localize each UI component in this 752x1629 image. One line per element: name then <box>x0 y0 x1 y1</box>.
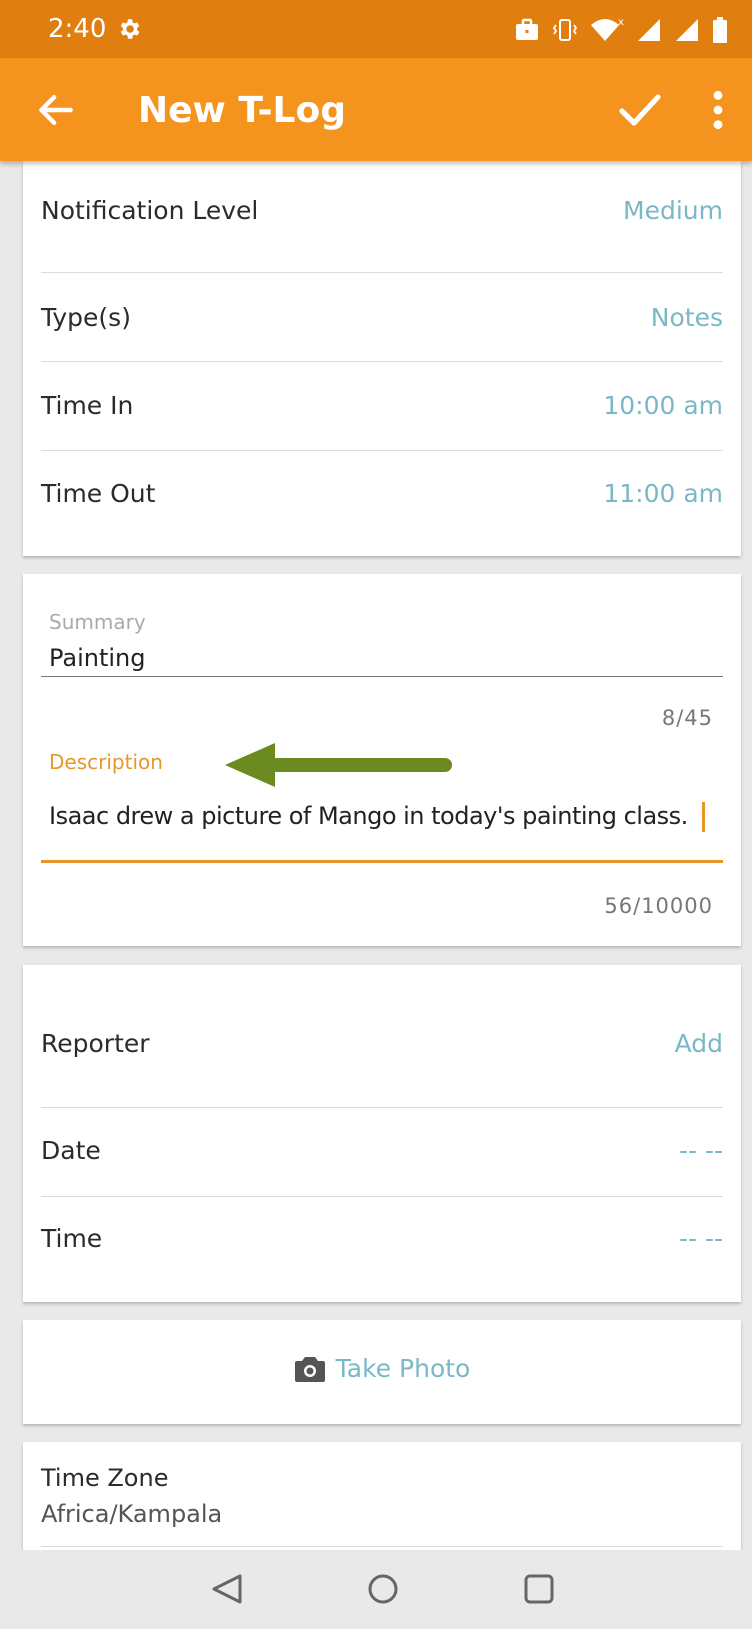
details-card: Notification Level Medium Type(s) Notes … <box>23 161 741 556</box>
time-out-value[interactable]: 11:00 am <box>603 479 723 508</box>
divider <box>41 1196 723 1197</box>
reporter-label: Reporter <box>41 1029 150 1058</box>
summary-counter: 8/45 <box>661 706 713 730</box>
types-label: Type(s) <box>41 303 131 332</box>
summary-value: Painting <box>49 644 146 672</box>
divider <box>41 272 723 273</box>
divider <box>41 1107 723 1108</box>
more-vert-icon[interactable] <box>708 88 728 132</box>
reporter-card: Reporter Add Date -- -- Time -- -- <box>23 965 741 1302</box>
divider <box>41 361 723 362</box>
nav-home-icon[interactable] <box>366 1572 400 1606</box>
notes-card: Summary Painting 8/45 Description Isaac … <box>23 574 741 946</box>
time-in-value[interactable]: 10:00 am <box>603 391 723 420</box>
battery-icon <box>713 17 727 43</box>
gear-icon <box>120 19 140 39</box>
app-bar: New T-Log <box>0 58 752 161</box>
timezone-value: Africa/Kampala <box>41 1500 223 1528</box>
status-icons: x <box>514 16 728 44</box>
nav-back-icon[interactable] <box>210 1572 244 1606</box>
text-cursor <box>702 802 705 832</box>
description-field[interactable]: Isaac drew a picture of Mango in today's… <box>41 794 723 863</box>
navigation-bar <box>0 1550 752 1629</box>
page-title: New T-Log <box>138 90 346 131</box>
take-photo-label: Take Photo <box>335 1354 471 1383</box>
notification-level-label: Notification Level <box>41 196 259 225</box>
time-out-label: Time Out <box>41 479 156 508</box>
description-counter: 56/10000 <box>604 894 713 918</box>
description-label: Description <box>49 750 163 774</box>
time-value[interactable]: -- -- <box>679 1224 723 1253</box>
date-label: Date <box>41 1136 101 1165</box>
divider <box>41 450 723 451</box>
status-time: 2:40 <box>48 14 107 44</box>
summary-label: Summary <box>49 610 146 634</box>
briefcase-icon <box>516 18 538 40</box>
arrow-annotation <box>225 743 452 787</box>
camera-icon <box>294 1356 325 1382</box>
signal-icon <box>676 19 698 41</box>
signal-icon <box>638 19 660 41</box>
wifi-icon: x <box>591 17 624 41</box>
take-photo-button[interactable]: Take Photo <box>23 1354 741 1383</box>
photo-card[interactable]: Take Photo <box>23 1320 741 1424</box>
status-bar: 2:40 x <box>0 0 752 58</box>
date-value[interactable]: -- -- <box>679 1136 723 1165</box>
divider <box>41 1546 723 1547</box>
notification-level-value[interactable]: Medium <box>623 196 723 225</box>
time-in-label: Time In <box>41 391 134 420</box>
back-arrow-icon[interactable] <box>34 88 78 132</box>
svg-text:x: x <box>618 17 624 28</box>
summary-field[interactable]: Painting <box>41 636 723 677</box>
check-icon[interactable] <box>616 86 664 134</box>
reporter-add-button[interactable]: Add <box>675 1029 723 1058</box>
nav-recents-icon[interactable] <box>522 1572 556 1606</box>
types-value[interactable]: Notes <box>651 303 723 332</box>
vibrate-icon <box>552 19 578 41</box>
description-value: Isaac drew a picture of Mango in today's… <box>49 802 688 830</box>
time-label: Time <box>41 1224 103 1253</box>
timezone-label: Time Zone <box>41 1464 169 1492</box>
